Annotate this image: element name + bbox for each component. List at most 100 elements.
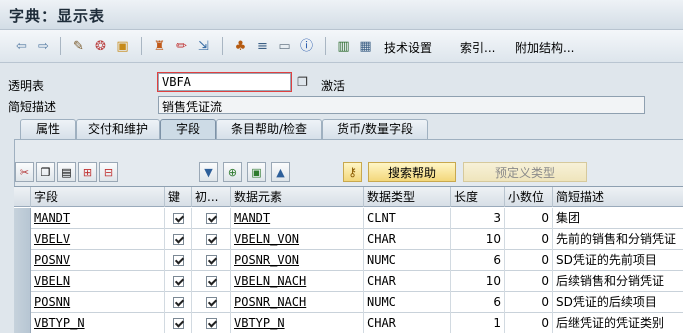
search-help-button[interactable]: 搜索帮助: [368, 162, 456, 182]
row-selector[interactable]: [14, 313, 31, 333]
table-name-field[interactable]: VBFA: [158, 73, 291, 91]
checkbox-checked[interactable]: [205, 297, 217, 308]
title-bar: 字典：显示表: [0, 0, 683, 30]
checkbox-checked[interactable]: [172, 234, 184, 245]
toolbar-separator: [141, 37, 142, 55]
table-row[interactable]: VBELV VBELN_VON CHAR 10 0 先前的销售和分销凭证: [14, 229, 683, 250]
checkbox-checked[interactable]: [172, 318, 184, 329]
tab-strip: 属性 交付和维护 字段 条目帮助/检查 货币/数量字段: [0, 119, 683, 139]
stack-icon[interactable]: ≡: [254, 38, 271, 54]
hierarchy-icon[interactable]: ♜: [151, 38, 168, 54]
copy-row-icon[interactable]: ❐: [36, 162, 55, 182]
header-short-desc[interactable]: 简短描述: [553, 187, 683, 207]
columns-icon[interactable]: ▥: [335, 38, 352, 54]
field-name-cell[interactable]: POSNN: [31, 292, 165, 313]
checkbox-checked[interactable]: [172, 276, 184, 287]
data-element-cell[interactable]: VBTYP_N: [231, 313, 364, 333]
tab-currency[interactable]: 货币/数量字段: [322, 119, 428, 139]
data-element-cell[interactable]: POSNR_NACH: [231, 292, 364, 313]
cut-icon[interactable]: ✂: [15, 162, 34, 182]
checkbox-checked[interactable]: [205, 213, 217, 224]
sort-down-icon[interactable]: ▼: [199, 162, 218, 182]
predefined-type-button: 预定义类型: [463, 162, 587, 182]
paste-icon[interactable]: ▤: [57, 162, 76, 182]
row-selector[interactable]: [14, 250, 31, 271]
header-decimals[interactable]: 小数位: [505, 187, 553, 207]
select-all-cell[interactable]: [14, 187, 31, 207]
tab-entry-help[interactable]: 条目帮助/检查: [216, 119, 322, 139]
table-row[interactable]: VBTYP_N VBTYP_N CHAR 1 0 后继凭证的凭证类别: [14, 313, 683, 333]
data-element-cell[interactable]: VBELN_NACH: [231, 271, 364, 292]
header-data-element[interactable]: 数据元素: [231, 187, 364, 207]
row-selector[interactable]: [14, 271, 31, 292]
row-selector[interactable]: [14, 229, 31, 250]
length-cell: 1: [451, 313, 505, 333]
forward-arrow-icon[interactable]: ⇨: [35, 38, 52, 54]
checkbox-checked[interactable]: [205, 234, 217, 245]
row-selector[interactable]: [14, 208, 31, 229]
field-list-icon[interactable]: ▣: [247, 162, 266, 182]
sort-up-icon[interactable]: ▲: [271, 162, 290, 182]
checkbox-checked[interactable]: [205, 318, 217, 329]
grid-icon[interactable]: ▦: [357, 38, 374, 54]
header-key[interactable]: 键: [165, 187, 192, 207]
where-used-icon[interactable]: ⇲: [195, 38, 212, 54]
checkbox-checked[interactable]: [172, 297, 184, 308]
initial-checkbox: [192, 292, 231, 313]
field-name-cell[interactable]: VBTYP_N: [31, 313, 165, 333]
field-name-cell[interactable]: VBELN: [31, 271, 165, 292]
index-button[interactable]: 索引...: [460, 39, 495, 56]
check-object-icon[interactable]: ❂: [92, 38, 109, 54]
header-length[interactable]: 长度: [451, 187, 505, 207]
info-icon[interactable]: ⓘ: [298, 38, 315, 54]
initial-checkbox: [192, 250, 231, 271]
length-cell: 6: [451, 250, 505, 271]
checkbox-checked[interactable]: [205, 276, 217, 287]
key-checkbox: [165, 271, 192, 292]
header-form: 透明表 VBFA ❐ 激活 简短描述 销售凭证流: [0, 63, 683, 121]
copy-icon[interactable]: ❐: [294, 74, 311, 90]
delete-row-icon[interactable]: ⊟: [99, 162, 118, 182]
header-field[interactable]: 字段: [31, 187, 165, 207]
tab-attributes[interactable]: 属性: [20, 119, 76, 139]
row-selector[interactable]: [14, 292, 31, 313]
decimals-cell: 0: [505, 271, 553, 292]
tech-settings-button[interactable]: 技术设置: [384, 39, 432, 56]
tab-fields[interactable]: 字段: [160, 119, 216, 139]
table-row[interactable]: POSNV POSNR_VON NUMC 6 0 SD凭证的先前项目: [14, 250, 683, 271]
short-desc-label: 简短描述: [8, 100, 57, 114]
checkbox-checked[interactable]: [172, 213, 184, 224]
field-name-cell[interactable]: MANDT: [31, 208, 165, 229]
tree-icon[interactable]: ♣: [232, 38, 249, 54]
status-text: 激活: [321, 79, 346, 93]
header-data-type[interactable]: 数据类型: [364, 187, 451, 207]
checkbox-checked[interactable]: [172, 255, 184, 266]
activate-icon[interactable]: ▣: [114, 38, 131, 54]
window-icon[interactable]: ▭: [276, 38, 293, 54]
append-structure-button[interactable]: 附加结构...: [515, 39, 574, 56]
table-row[interactable]: MANDT MANDT CLNT 3 0 集团: [14, 208, 683, 229]
field-name-cell[interactable]: POSNV: [31, 250, 165, 271]
header-initial[interactable]: 初...: [192, 187, 231, 207]
table-header: 字段 键 初... 数据元素 数据类型 长度 小数位 简短描述: [14, 187, 683, 207]
display-change-icon[interactable]: ✎: [70, 38, 87, 54]
insert-field-icon[interactable]: ⊕: [223, 162, 242, 182]
insert-row-icon[interactable]: ⊞: [78, 162, 97, 182]
short-desc-cell: SD凭证的后续项目: [556, 295, 657, 309]
pencil-icon[interactable]: ✏: [173, 38, 190, 54]
field-name-cell[interactable]: VBELV: [31, 229, 165, 250]
data-element-cell[interactable]: VBELN_VON: [231, 229, 364, 250]
key-checkbox: [165, 292, 192, 313]
data-element-cell[interactable]: POSNR_VON: [231, 250, 364, 271]
data-element-cell[interactable]: MANDT: [231, 208, 364, 229]
table-row[interactable]: POSNN POSNR_NACH NUMC 6 0 SD凭证的后续项目: [14, 292, 683, 313]
toolbar-separator: [60, 37, 61, 55]
key-icon[interactable]: ⚷: [343, 162, 362, 182]
key-checkbox: [165, 313, 192, 333]
checkbox-checked[interactable]: [205, 255, 217, 266]
back-arrow-icon[interactable]: ⇦: [13, 38, 30, 54]
initial-checkbox: [192, 229, 231, 250]
table-row[interactable]: VBELN VBELN_NACH CHAR 10 0 后续销售和分销凭证: [14, 271, 683, 292]
data-type-cell: CHAR: [364, 229, 451, 250]
tab-delivery[interactable]: 交付和维护: [76, 119, 160, 139]
